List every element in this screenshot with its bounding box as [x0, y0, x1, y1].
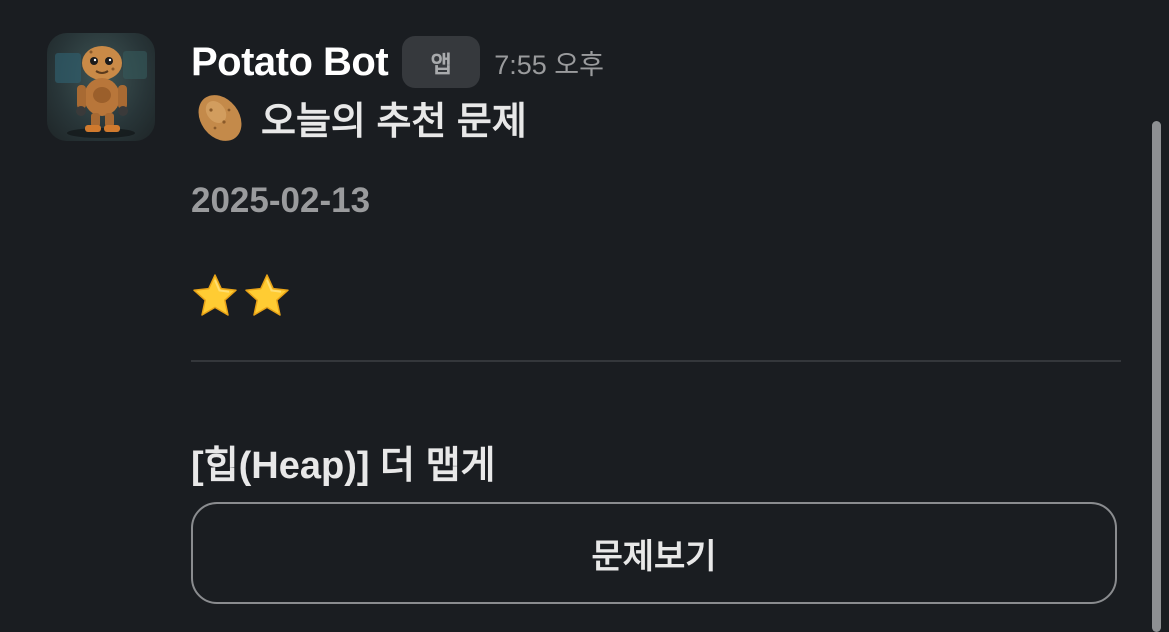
bot-avatar[interactable] [47, 33, 155, 141]
star-icon [193, 274, 237, 316]
problem-date: 2025-02-13 [191, 181, 371, 220]
message-timestamp[interactable]: 7:55 오후 [494, 43, 604, 82]
view-problem-button[interactable]: 문제보기 [191, 502, 1117, 604]
message-title: 오늘의 추천 문제 [261, 100, 527, 143]
app-badge: 앱 [402, 36, 481, 88]
message-view: Potato Bot 앱 7:55 오후 오늘의 추천 문제 2025-02-1… [0, 0, 1169, 632]
difficulty-stars [191, 272, 295, 320]
star-icon [245, 274, 289, 316]
message-header: Potato Bot 앱 7:55 오후 [191, 34, 604, 90]
divider [191, 360, 1121, 362]
problem-title: [힙(Heap)] 더 맵게 [191, 445, 496, 487]
scrollbar-thumb[interactable] [1152, 121, 1161, 632]
potato-icon [198, 95, 242, 141]
message-title-row: 오늘의 추천 문제 [191, 88, 527, 146]
robot-potato-icon [55, 46, 147, 138]
bot-name[interactable]: Potato Bot [191, 40, 389, 85]
